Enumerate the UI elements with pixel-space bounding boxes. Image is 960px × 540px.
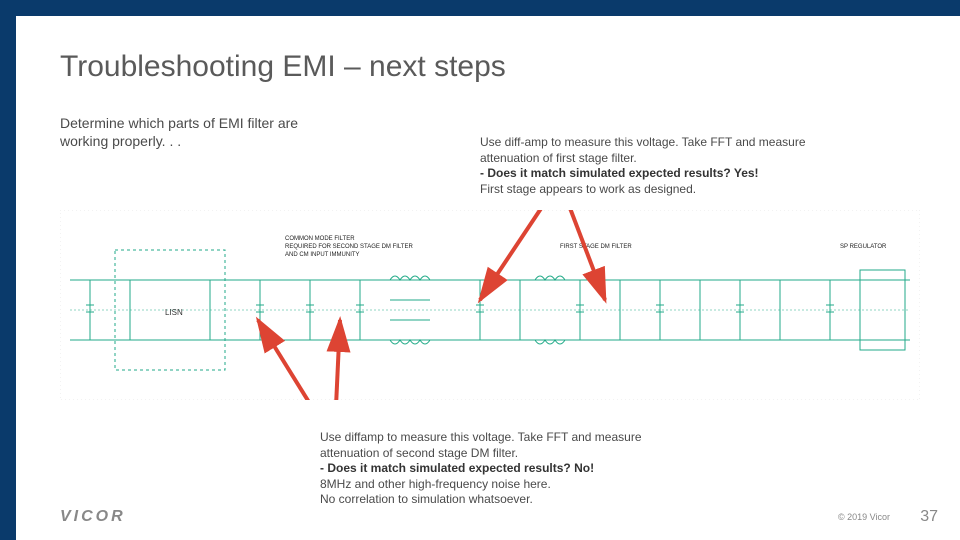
- note-line: No correlation to simulation whatsoever.: [320, 492, 533, 506]
- arrow-icon: [565, 210, 605, 300]
- page-number: 37: [920, 508, 938, 526]
- arrow-icon: [480, 210, 550, 300]
- copyright-text: © 2019 Vicor: [838, 512, 890, 522]
- left-accent-bar: [0, 0, 16, 540]
- schematic-label: FIRST STAGE DM FILTER: [560, 244, 632, 250]
- note-line: 8MHz and other high-frequency noise here…: [320, 477, 551, 491]
- note-line: First stage appears to work as designed.: [480, 182, 696, 196]
- slide-title: Troubleshooting EMI – next steps: [60, 50, 930, 84]
- schematic-label: LISN: [165, 308, 183, 317]
- intro-text: Determine which parts of EMI filter are …: [60, 114, 350, 150]
- note-line-bold: - Does it match simulated expected resul…: [320, 461, 594, 475]
- schematic-diagram: LISN COMMON MODE FILTER REQUIRED FOR SEC…: [60, 210, 920, 400]
- arrow-icon: [335, 320, 340, 400]
- schematic-label: AND CM INPUT IMMUNITY: [285, 252, 360, 258]
- company-logo: VICOR: [60, 508, 126, 526]
- schematic-label: COMMON MODE FILTER: [285, 236, 355, 242]
- schematic-label: SP REGULATOR: [840, 244, 887, 250]
- top-accent-bar: [0, 0, 960, 16]
- annotation-top: Use diff-amp to measure this voltage. Ta…: [480, 135, 810, 197]
- note-line: Use diff-amp to measure this voltage. Ta…: [480, 135, 806, 165]
- schematic-label: REQUIRED FOR SECOND STAGE DM FILTER: [285, 244, 413, 250]
- note-line: Use diffamp to measure this voltage. Tak…: [320, 430, 642, 460]
- annotation-bottom: Use diffamp to measure this voltage. Tak…: [320, 430, 650, 508]
- note-line-bold: - Does it match simulated expected resul…: [480, 166, 759, 180]
- arrow-icon: [258, 320, 325, 400]
